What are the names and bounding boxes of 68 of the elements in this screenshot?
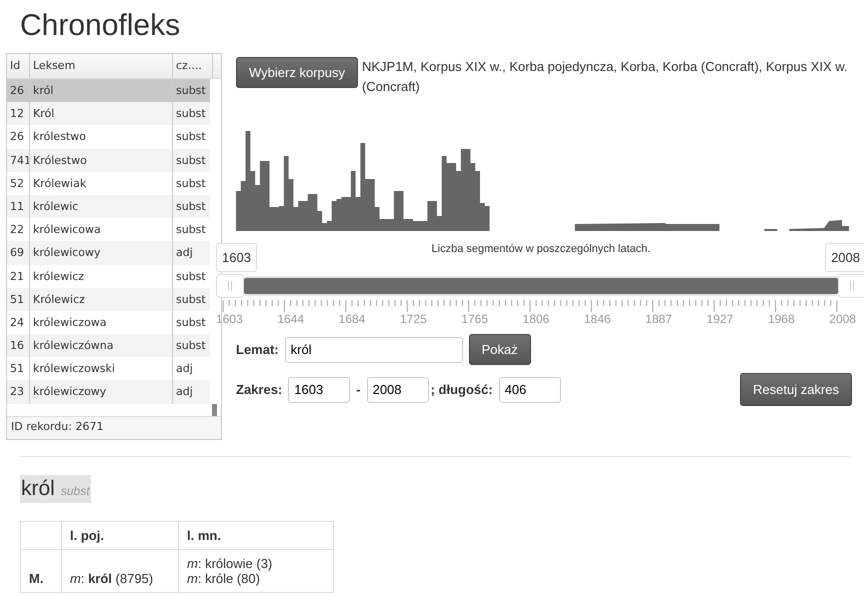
length-field[interactable]: 406 <box>498 376 561 402</box>
lexeme-cell: królewiczowy <box>29 380 172 404</box>
tick-label: 1806 <box>522 312 550 326</box>
id-cell-text: 22 <box>9 222 25 238</box>
id-cell-text: 52 <box>9 176 25 192</box>
lexeme-row[interactable]: 12 Król subst <box>7 102 210 126</box>
lexeme-row[interactable]: 11 królewic subst <box>7 194 210 218</box>
case-cell: M. <box>20 550 62 592</box>
tick-label: 1644 <box>277 312 304 326</box>
id-cell-text: 51 <box>9 292 25 308</box>
lexeme-row[interactable]: 16 królewiczówna subst <box>7 334 210 358</box>
singular-cell: m: król (8795) <box>62 550 178 592</box>
range-separator: - <box>356 382 361 397</box>
column-header[interactable]: Id <box>7 54 29 78</box>
id-cell-text: 12 <box>9 106 25 122</box>
id-cell-text: 21 <box>9 268 25 284</box>
column-header[interactable]: cz.... <box>172 54 212 78</box>
id-cell-text: 69 <box>9 245 25 262</box>
entry-lemma: król <box>21 477 55 501</box>
show-button[interactable]: Pokaż <box>468 334 531 365</box>
tick-label: 1887 <box>645 312 672 326</box>
tick-label: 1846 <box>584 312 611 326</box>
range-start-label: 1603 <box>216 243 257 272</box>
slider-handle[interactable] <box>216 274 244 298</box>
tick-label: 1603 <box>216 312 243 326</box>
histogram-caption: Liczba segmentów w poszczególnych latach. <box>430 243 652 255</box>
lexeme-row[interactable]: 21 królewicz subst <box>7 264 210 288</box>
id-cell-text: 741 <box>9 152 29 169</box>
column-header: l. mn. <box>178 522 334 550</box>
plural-cell: m: królowie (3) m: króle (80) <box>178 550 334 592</box>
reset-range-button[interactable]: Resetuj zakres <box>740 373 852 406</box>
lemma-label: Lemat: <box>236 342 279 357</box>
record-id: ID rekordu: 2671 <box>11 420 104 433</box>
id-cell-text: 23 <box>9 384 25 400</box>
column-header: l. poj. <box>62 522 178 550</box>
tick-label: 1927 <box>706 312 734 326</box>
pos-cell: adj <box>172 380 212 404</box>
tick-label: 1684 <box>338 312 366 326</box>
id-cell-text: 26 <box>9 129 25 146</box>
range-from-field[interactable]: 1603 <box>288 376 350 402</box>
corpora-list: NKJP1M, Korpus XIX w., Korba pojedyncza, Korba, Korba (Concraft), Korpus XIX w. (Concraft) <box>362 57 852 97</box>
lexeme-row[interactable]: 69 królewicowy adj <box>7 241 210 264</box>
id-cell-text: 26 <box>9 83 25 99</box>
lexeme-row[interactable]: 23 królewiczowy adj <box>7 380 210 404</box>
id-cell-text: 51 <box>9 361 25 378</box>
slider-handle[interactable] <box>838 274 864 298</box>
lexeme-row[interactable]: 22 królewicowa subst <box>7 218 210 242</box>
tick-label: 2008 <box>829 312 856 326</box>
range-to-field[interactable]: 2008 <box>366 376 429 402</box>
range-label: Zakres: <box>236 382 282 397</box>
entry-pos: subst <box>60 484 90 498</box>
tick-label: 1725 <box>400 312 427 326</box>
lexeme-row[interactable]: 741 Królestwo subst <box>7 148 210 172</box>
lexeme-row[interactable]: 51 Królewicz subst <box>7 288 210 311</box>
lemma-field[interactable]: król <box>284 336 463 362</box>
length-label: ; długość: <box>430 382 493 397</box>
choose-corpora-button[interactable]: Wybierz korpusy <box>236 57 358 88</box>
id-cell-text: 11 <box>9 198 25 215</box>
lexeme-row[interactable]: 51 królewiczowski adj <box>7 357 210 380</box>
range-end-label: 2008 <box>825 243 864 272</box>
tick-label: 1968 <box>768 312 795 326</box>
id-cell-text: 16 <box>9 338 25 354</box>
scrollbar-thumb[interactable] <box>212 404 217 416</box>
id-cell-text: 24 <box>9 314 25 331</box>
lexeme-row[interactable]: 26 król subst <box>7 79 210 102</box>
column-header[interactable]: Leksem <box>29 54 172 78</box>
page-title: Chronofleks <box>19 8 182 44</box>
tick-label: 1765 <box>461 312 488 326</box>
